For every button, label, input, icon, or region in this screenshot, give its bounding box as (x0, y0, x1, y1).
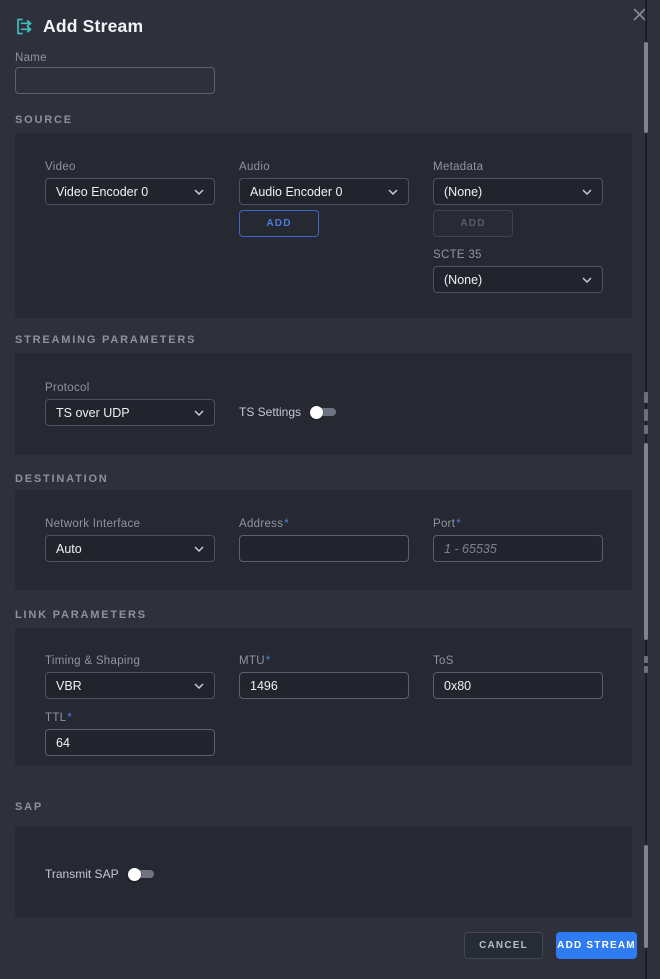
link-section-title: LINK PARAMETERS (15, 609, 147, 621)
protocol-select[interactable]: TS over UDP (45, 399, 215, 426)
chevron-down-icon (194, 683, 204, 689)
ttl-label: TTL* (45, 712, 632, 724)
video-select-value: Video Encoder 0 (56, 185, 148, 199)
scrollbar-dash (644, 666, 648, 673)
mtu-label: MTU* (239, 655, 409, 667)
metadata-select[interactable]: (None) (433, 178, 603, 205)
tos-input[interactable] (433, 672, 603, 699)
network-interface-select[interactable]: Auto (45, 535, 215, 562)
streaming-section-title: STREAMING PARAMETERS (15, 334, 196, 346)
video-select[interactable]: Video Encoder 0 (45, 178, 215, 205)
protocol-label: Protocol (45, 382, 215, 394)
ts-settings-toggle[interactable] (310, 405, 336, 419)
metadata-label: Metadata (433, 161, 603, 173)
streaming-panel: Protocol TS over UDP TS Settings (15, 353, 632, 455)
dialog-title: Add Stream (43, 16, 143, 37)
scrollbar-dash (644, 656, 648, 663)
video-label: Video (45, 161, 215, 173)
audio-select[interactable]: Audio Encoder 0 (239, 178, 409, 205)
scte35-label: SCTE 35 (433, 249, 603, 261)
network-interface-value: Auto (56, 542, 82, 556)
dialog-footer: CANCEL ADD STREAM (464, 932, 637, 959)
chevron-down-icon (582, 189, 592, 195)
scrollbar-dash (644, 392, 648, 403)
link-panel: Timing & Shaping VBR MTU* ToS TTL* (15, 628, 632, 765)
source-panel: Video Video Encoder 0 Audio Audio Encode… (15, 133, 632, 318)
add-metadata-button: ADD (433, 210, 513, 237)
protocol-select-value: TS over UDP (56, 406, 130, 420)
name-label: Name (15, 52, 47, 64)
ts-settings-label: TS Settings (239, 405, 301, 419)
mtu-input[interactable] (239, 672, 409, 699)
audio-select-value: Audio Encoder 0 (250, 185, 342, 199)
chevron-down-icon (582, 277, 592, 283)
source-section-title: SOURCE (15, 114, 73, 126)
add-stream-icon (15, 17, 34, 36)
address-label: Address* (239, 518, 409, 530)
metadata-select-value: (None) (444, 185, 482, 199)
scrollbar-thumb[interactable] (644, 845, 648, 948)
destination-section-title: DESTINATION (15, 473, 109, 485)
scrollbar-dash (644, 425, 648, 434)
chevron-down-icon (194, 546, 204, 552)
network-interface-label: Network Interface (45, 518, 215, 530)
scrollbar-dash (644, 409, 648, 421)
destination-panel: Network Interface Auto Address* Port* (15, 490, 632, 590)
cancel-button[interactable]: CANCEL (464, 932, 543, 959)
add-audio-button[interactable]: ADD (239, 210, 319, 237)
scrollbar-thumb[interactable] (644, 443, 648, 640)
audio-label: Audio (239, 161, 409, 173)
chevron-down-icon (388, 189, 398, 195)
name-input[interactable] (15, 67, 215, 94)
scte35-select[interactable]: (None) (433, 266, 603, 293)
address-input[interactable] (239, 535, 409, 562)
transmit-sap-label: Transmit SAP (45, 867, 119, 881)
port-input[interactable] (433, 535, 603, 562)
scte35-select-value: (None) (444, 273, 482, 287)
dialog-header: Add Stream (15, 16, 143, 37)
add-stream-dialog: Add Stream Name SOURCE Video Video Encod… (0, 0, 660, 979)
chevron-down-icon (194, 189, 204, 195)
scrollbar-thumb[interactable] (644, 42, 648, 133)
ttl-input[interactable] (45, 729, 215, 756)
sap-section-title: SAP (15, 801, 43, 813)
chevron-down-icon (194, 410, 204, 416)
sap-panel: Transmit SAP (15, 827, 632, 917)
port-label: Port* (433, 518, 603, 530)
timing-shaping-value: VBR (56, 679, 82, 693)
add-stream-button[interactable]: ADD STREAM (556, 932, 637, 959)
transmit-sap-toggle[interactable] (128, 867, 154, 881)
timing-shaping-label: Timing & Shaping (45, 655, 215, 667)
tos-label: ToS (433, 655, 603, 667)
timing-shaping-select[interactable]: VBR (45, 672, 215, 699)
